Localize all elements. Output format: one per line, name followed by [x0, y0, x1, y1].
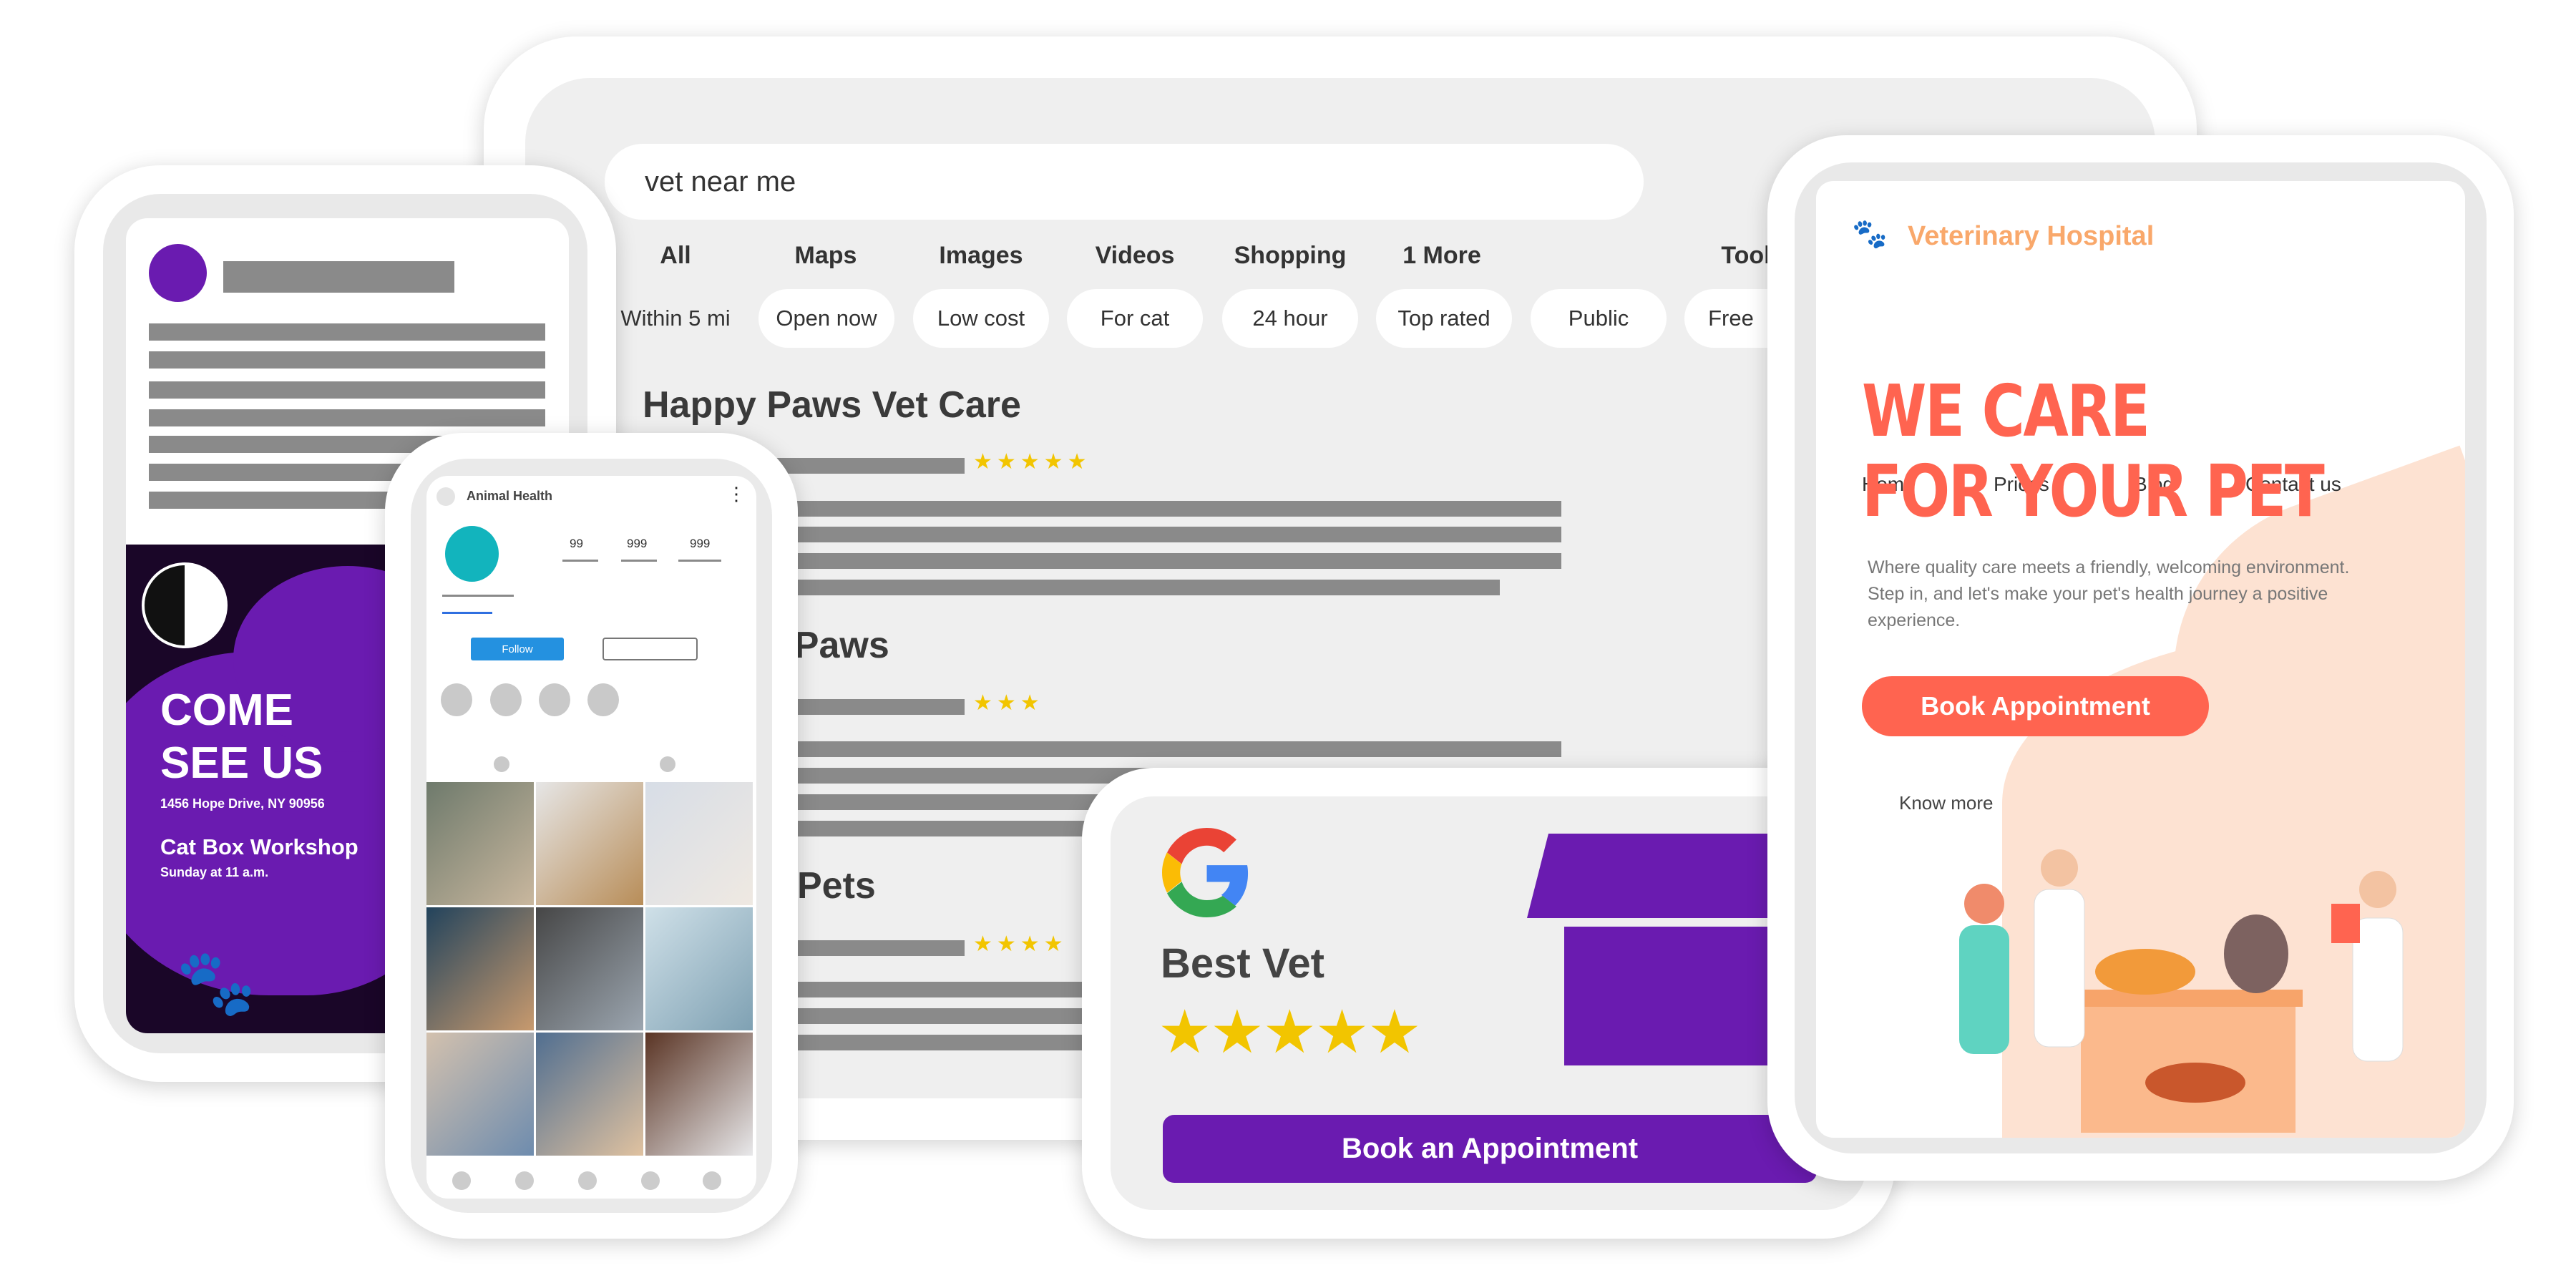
story-highlight[interactable]: [441, 683, 472, 716]
account-name: Animal Health: [467, 489, 553, 503]
tab-videos[interactable]: Videos: [1096, 242, 1175, 270]
photo-thumbnail[interactable]: [645, 907, 753, 1030]
book-appointment-button[interactable]: Book an Appointment: [1163, 1115, 1817, 1183]
social-phone: Animal Health ⋮ 99 999 999 Follow: [385, 433, 798, 1239]
ad-event-time: Sunday at 11 a.m.: [160, 865, 269, 879]
avatar: [149, 244, 207, 302]
chip-open-now[interactable]: Open now: [758, 289, 894, 348]
photo-thumbnail[interactable]: [536, 782, 643, 905]
rating-stars: ★★★★★: [973, 450, 1091, 474]
message-button[interactable]: [602, 638, 698, 660]
nav-activity-icon[interactable]: [641, 1171, 660, 1190]
chip-public[interactable]: Public: [1531, 289, 1667, 348]
come-see-us-headline: COME SEE US: [160, 686, 323, 788]
website-tablet: 🐾 Veterinary Hospital Home Prices Blog C…: [1767, 135, 2514, 1181]
more-options-icon[interactable]: ⋮: [727, 483, 746, 505]
chip-top-rated[interactable]: Top rated: [1376, 289, 1512, 348]
nav-search-icon[interactable]: [515, 1171, 534, 1190]
photo-thumbnail[interactable]: [426, 1033, 534, 1156]
tab-shopping[interactable]: Shopping: [1234, 242, 1347, 270]
hero-paragraph: Where quality care meets a friendly, wel…: [1868, 557, 2350, 630]
chip-free[interactable]: Free: [1684, 289, 1777, 348]
stat-posts: 99: [570, 537, 583, 550]
zen-pet-care-logo: [142, 562, 228, 648]
tab-tools[interactable]: Tool: [1721, 242, 1770, 270]
story-highlight[interactable]: [587, 683, 619, 716]
google-logo-icon: [1162, 828, 1249, 917]
name-placeholder: [223, 261, 454, 293]
rating-stars: ★★★★: [973, 932, 1068, 956]
tab-images[interactable]: Images: [939, 242, 1023, 270]
photo-thumbnail[interactable]: [426, 782, 534, 905]
book-appointment-cta[interactable]: Book Appointment: [1862, 676, 2209, 736]
tab-more[interactable]: 1 More: [1402, 242, 1481, 270]
photo-thumbnail[interactable]: [536, 907, 643, 1030]
photo-thumbnail[interactable]: [426, 907, 534, 1030]
rating-stars: ★★★: [973, 691, 1044, 715]
business-name: Best Vet: [1161, 940, 1324, 987]
vet-clinic-illustration: [1959, 849, 2404, 1133]
story-highlight[interactable]: [490, 683, 522, 716]
brand-name[interactable]: Veterinary Hospital: [1908, 221, 2154, 252]
photo-thumbnail[interactable]: [645, 782, 753, 905]
rating-stars: ★★★★★: [1158, 998, 1422, 1065]
ad-event: Cat Box Workshop: [160, 834, 358, 859]
chip-within-5mi[interactable]: Within 5 mi: [608, 289, 743, 348]
hero-headline: WE CARE FOR YOUR PET: [1862, 369, 2325, 533]
tab-all[interactable]: All: [660, 242, 691, 270]
paw-icon: 🐾: [176, 947, 257, 1019]
nav-home-icon[interactable]: [452, 1171, 471, 1190]
photo-thumbnail[interactable]: [536, 1033, 643, 1156]
nav-profile-icon[interactable]: [703, 1171, 721, 1190]
stat-following: 999: [690, 537, 711, 550]
chip-for-cat[interactable]: For cat: [1067, 289, 1203, 348]
search-input[interactable]: vet near me: [605, 144, 1644, 220]
chip-24-hour[interactable]: 24 hour: [1222, 289, 1358, 348]
follow-button[interactable]: Follow: [471, 638, 564, 660]
ad-address: 1456 Hope Drive, NY 90956: [160, 796, 325, 811]
ad-banner[interactable]: COME SEE US 1456 Hope Drive, NY 90956 Cat…: [126, 545, 412, 1033]
nav-add-icon[interactable]: [578, 1171, 597, 1190]
paw-icon: 🐾: [1852, 218, 1888, 250]
chip-low-cost[interactable]: Low cost: [913, 289, 1049, 348]
profile-avatar: [445, 526, 499, 582]
story-highlight[interactable]: [539, 683, 570, 716]
photo-thumbnail[interactable]: [645, 1033, 753, 1156]
stat-followers: 999: [627, 537, 648, 550]
result-title[interactable]: Pets: [797, 864, 876, 907]
search-query: vet near me: [645, 165, 796, 197]
tab-maps[interactable]: Maps: [795, 242, 857, 270]
result-title[interactable]: Happy Paws Vet Care: [643, 384, 1021, 426]
